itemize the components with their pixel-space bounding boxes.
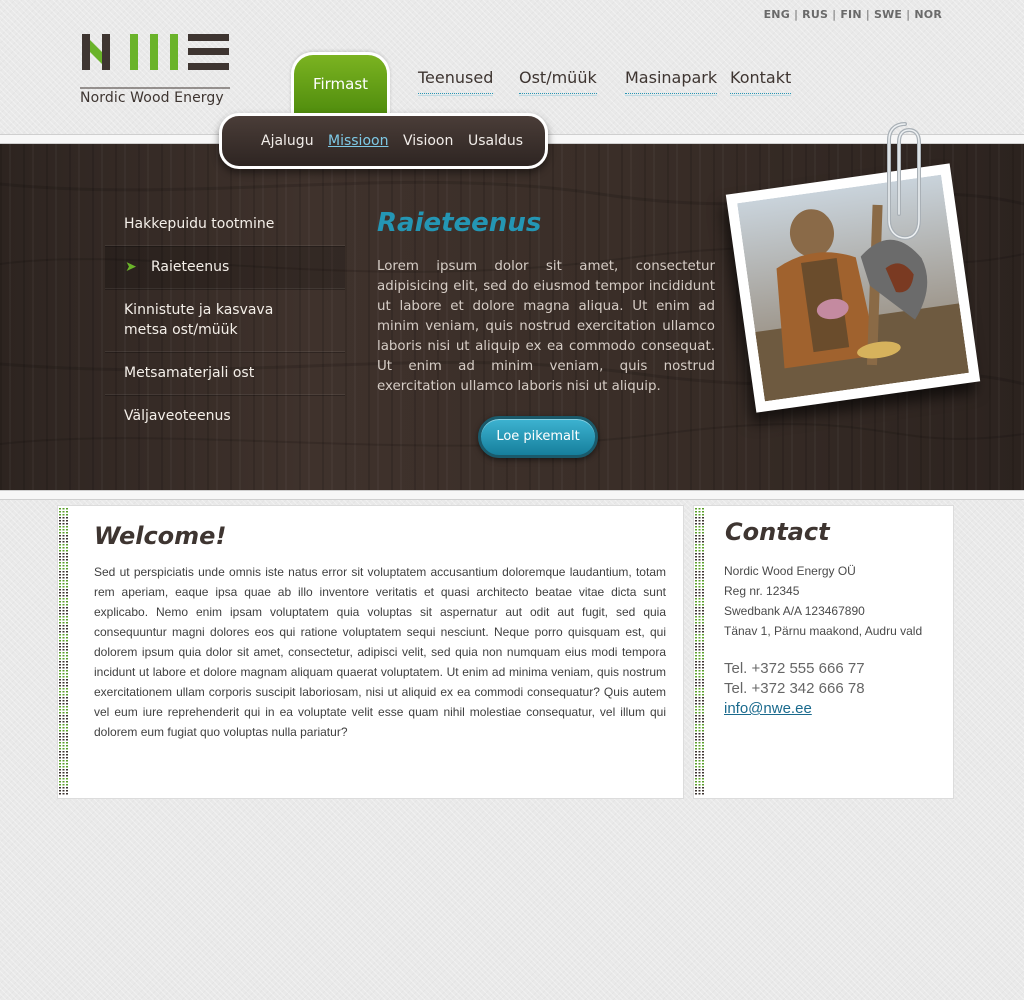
contact-details: Nordic Wood Energy OÜ Reg nr. 12345 Swed… xyxy=(724,561,922,641)
divider xyxy=(0,490,1024,500)
side-menu-item[interactable]: Väljaveoteenus xyxy=(105,395,345,437)
contact-phones: Tel. +372 555 666 77 Tel. +372 342 666 7… xyxy=(724,659,865,719)
registration-number: Reg nr. 12345 xyxy=(724,584,800,598)
address: Tänav 1, Pärnu maakond, Audru vald xyxy=(724,624,923,638)
subnav-item-ajalugu[interactable]: Ajalugu xyxy=(261,133,314,149)
arrow-right-icon: ➤ xyxy=(125,259,137,275)
side-menu-item-label: Raieteenus xyxy=(151,259,230,275)
nav-item-firmast[interactable]: Firmast xyxy=(291,52,390,118)
read-more-button[interactable]: Loe pikemalt xyxy=(478,416,598,458)
side-menu: Hakkepuidu tootmine ➤ Raieteenus Kinnist… xyxy=(105,203,345,437)
feature-title: Raieteenus xyxy=(377,208,542,238)
welcome-panel: Welcome! Sed ut perspiciatis unde omnis … xyxy=(57,505,684,799)
subnav-item-visioon[interactable]: Visioon xyxy=(403,133,453,149)
nav-item-masinapark[interactable]: Masinapark xyxy=(625,68,718,96)
woodcutter-photo-icon xyxy=(737,174,969,402)
decorative-stripe xyxy=(59,508,68,796)
logo-mark-icon xyxy=(80,34,230,89)
nav-item-ost-myyk[interactable]: Ost/müük xyxy=(519,68,597,96)
divider: | xyxy=(793,8,799,21)
side-menu-item-active[interactable]: ➤ Raieteenus xyxy=(105,246,345,289)
nav-item-kontakt[interactable]: Kontakt xyxy=(730,68,792,96)
side-menu-item[interactable]: Metsamaterjali ost xyxy=(105,352,345,395)
logo-text: Nordic Wood Energy xyxy=(80,90,224,106)
phone-number: Tel. +372 342 666 78 xyxy=(724,680,865,697)
lang-rus-link[interactable]: RUS xyxy=(802,8,828,21)
lang-fin-link[interactable]: FIN xyxy=(840,8,861,21)
logo[interactable]: Nordic Wood Energy xyxy=(80,32,232,112)
lang-swe-link[interactable]: SWE xyxy=(874,8,902,21)
divider: | xyxy=(832,8,837,21)
nav-item-teenused[interactable]: Teenused xyxy=(418,68,494,96)
contact-panel: Contact Nordic Wood Energy OÜ Reg nr. 12… xyxy=(693,505,954,799)
feature-description: Lorem ipsum dolor sit amet, consectetur … xyxy=(377,259,715,394)
language-switcher: ENG | RUS | FIN | SWE | NOR xyxy=(764,8,942,21)
company-name: Nordic Wood Energy OÜ xyxy=(724,564,856,578)
side-menu-item[interactable]: Hakkepuidu tootmine xyxy=(105,203,345,246)
lang-nor-link[interactable]: NOR xyxy=(914,8,942,21)
feature-photo xyxy=(725,163,981,413)
bank-account: Swedbank A/A 123467890 xyxy=(724,604,865,618)
lang-eng-link[interactable]: ENG xyxy=(764,8,790,21)
sub-navigation: Ajalugu Missioon Visioon Usaldus xyxy=(219,113,548,169)
subnav-item-missioon[interactable]: Missioon xyxy=(328,133,388,149)
email-link[interactable]: info@nwe.ee xyxy=(724,699,865,719)
contact-title: Contact xyxy=(725,518,830,546)
side-menu-item[interactable]: Kinnistute ja kasvava metsa ost/müük xyxy=(105,289,345,352)
subnav-item-usaldus[interactable]: Usaldus xyxy=(468,133,523,149)
phone-number: Tel. +372 555 666 77 xyxy=(724,660,865,677)
welcome-title: Welcome! xyxy=(94,522,227,550)
divider: | xyxy=(865,8,870,21)
divider: | xyxy=(906,8,911,21)
paperclip-icon xyxy=(887,122,921,241)
decorative-stripe xyxy=(695,508,704,796)
welcome-text: Sed ut perspiciatis unde omnis iste natu… xyxy=(94,565,666,739)
